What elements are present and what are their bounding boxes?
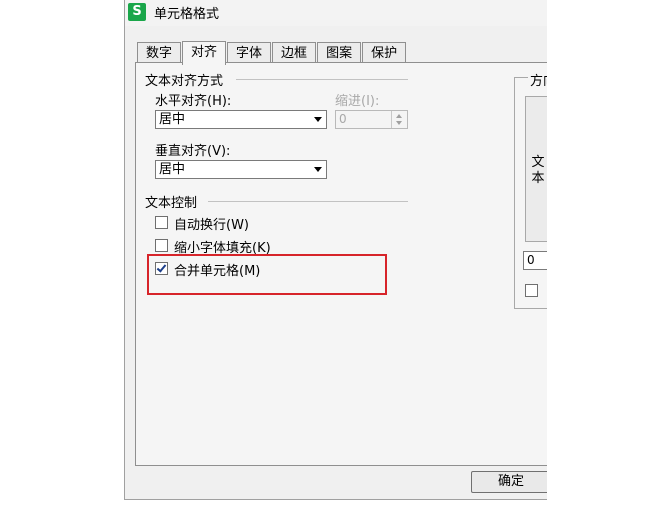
title-bar: S 单元格格式: [125, 0, 547, 26]
vertical-text-sample: 文本: [531, 155, 545, 186]
vertical-align-label: 垂直对齐(V):: [155, 144, 231, 159]
chevron-down-icon: [314, 117, 322, 122]
indent-label: 缩进(I):: [335, 94, 380, 109]
indent-stepper[interactable]: 0: [335, 110, 408, 129]
degrees-input[interactable]: 0: [523, 251, 547, 270]
dialog-title: 单元格格式: [154, 7, 220, 22]
tab-patterns[interactable]: 图案: [317, 42, 362, 64]
vertical-align-select[interactable]: 居中: [155, 160, 327, 179]
vertical-align-value: 居中: [159, 162, 186, 177]
wps-spreadsheet-icon: S: [128, 3, 146, 21]
text-alignment-divider: [236, 79, 408, 80]
ok-button[interactable]: 确定: [471, 471, 547, 493]
text-alignment-group-title: 文本对齐方式: [145, 74, 224, 89]
tab-border[interactable]: 边框: [272, 42, 317, 64]
wrap-text-checkbox[interactable]: [155, 216, 168, 229]
horizontal-align-value: 居中: [159, 112, 186, 127]
horizontal-align-select[interactable]: 居中: [155, 110, 327, 129]
indent-value: 0: [339, 112, 347, 126]
text-control-group-title: 文本控制: [145, 196, 198, 211]
shrink-to-fit-checkbox[interactable]: [155, 239, 168, 252]
format-cells-dialog: S 单元格格式 数字 对齐 字体 边框 图案 保护 文本对齐方式 水平对齐(H): 居中 …: [124, 0, 547, 500]
tab-protection[interactable]: 保护: [362, 42, 407, 64]
tab-alignment[interactable]: 对齐: [182, 41, 227, 65]
chevron-down-icon: [314, 167, 322, 172]
orientation-checkbox[interactable]: [525, 284, 538, 297]
text-control-divider: [208, 201, 408, 202]
tab-font[interactable]: 字体: [227, 42, 272, 64]
spin-down-icon: [396, 121, 402, 125]
tab-number[interactable]: 数字: [137, 42, 182, 64]
alignment-panel: 文本对齐方式 水平对齐(H): 居中 缩进(I): 0 垂直对齐(V): 居中 …: [135, 62, 547, 466]
tab-strip: 数字 对齐 字体 边框 图案 保护: [137, 40, 407, 65]
wrap-text-label: 自动换行(W): [174, 218, 249, 233]
degrees-value: 0: [527, 253, 535, 267]
indent-spin-buttons[interactable]: [391, 111, 407, 128]
horizontal-align-label: 水平对齐(H):: [155, 94, 232, 109]
spin-up-icon: [396, 114, 402, 118]
merge-cells-highlight: [147, 254, 387, 295]
orientation-group-title: 方向: [528, 70, 547, 89]
